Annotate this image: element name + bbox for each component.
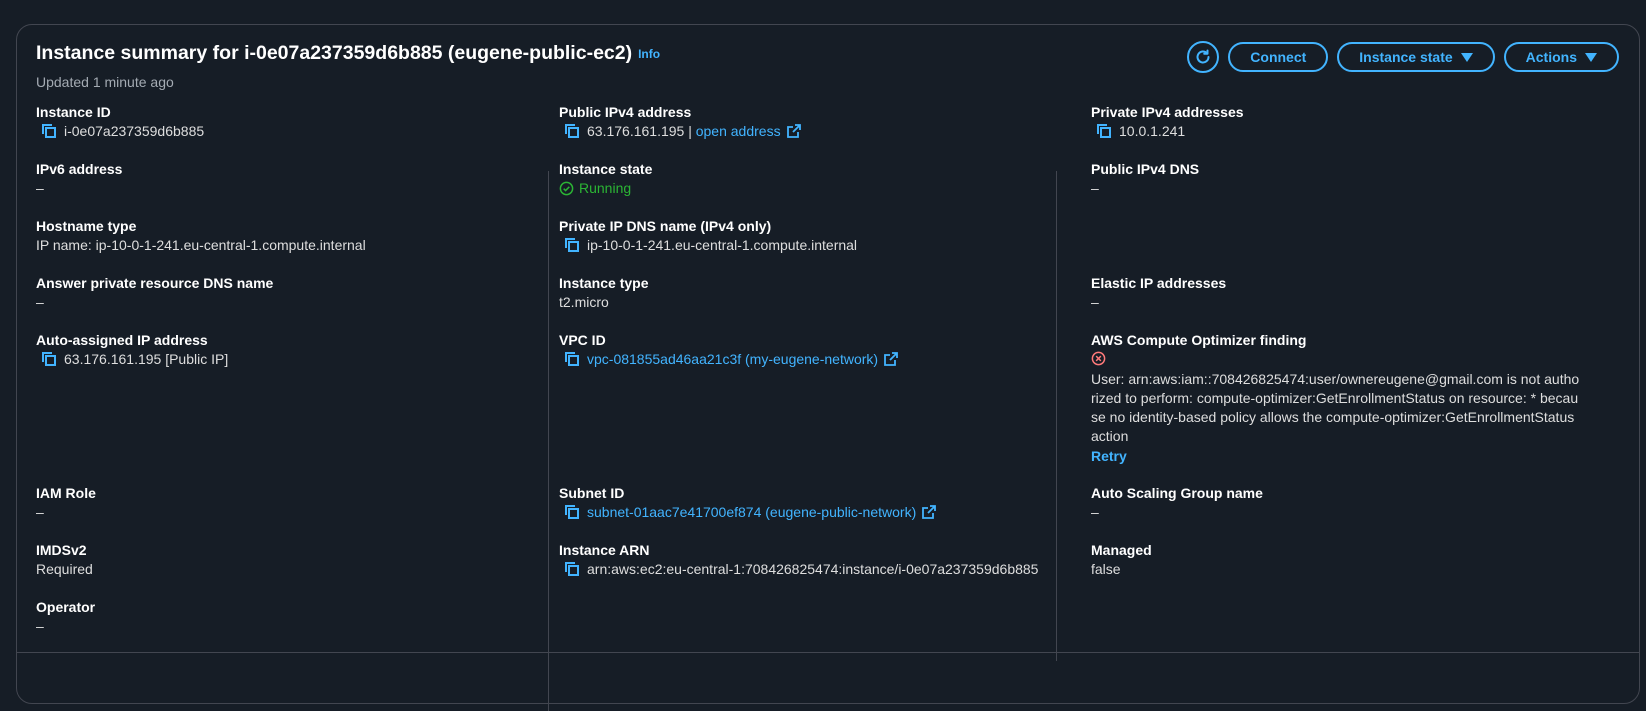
page-title-text: Instance summary for i-0e07a237359d6b885… [36, 42, 633, 64]
auto-ip-value: 63.176.161.195 [Public IP] [64, 351, 229, 367]
public-dns-value: – [1091, 180, 1099, 196]
hostname-type-value: IP name: ip-10-0-1-241.eu-central-1.comp… [36, 237, 366, 253]
check-circle-icon [559, 181, 574, 195]
error-circle-icon [1091, 351, 1106, 366]
field-label: Auto-assigned IP address [36, 332, 208, 348]
field-label: Instance ID [36, 104, 111, 120]
actions-label: Actions [1525, 49, 1577, 65]
field-instance-arn: Instance ARN arn:aws:ec2:eu-central-1:70… [559, 541, 1039, 578]
field-label: Instance type [559, 275, 649, 291]
external-link-icon[interactable] [884, 352, 898, 366]
connect-label: Connect [1250, 49, 1307, 65]
open-address-link[interactable]: open address [696, 122, 781, 140]
retry-link[interactable]: Retry [1091, 447, 1596, 465]
operator-value: – [36, 618, 44, 634]
field-label: IPv6 address [36, 161, 123, 177]
column-divider [548, 171, 549, 711]
updated-timestamp: Updated 1 minute ago [36, 74, 174, 90]
refresh-icon [1196, 49, 1210, 64]
field-public-ipv4: Public IPv4 address 63.176.161.195 | ope… [559, 103, 1039, 140]
external-link-icon[interactable] [922, 505, 937, 519]
field-label: Hostname type [36, 218, 137, 234]
instance-id-value: i-0e07a237359d6b885 [64, 123, 205, 139]
instance-state-dropdown[interactable]: Instance state [1337, 42, 1495, 72]
field-public-dns: Public IPv4 DNS – [1091, 160, 1596, 197]
instance-type-value: t2.micro [559, 294, 609, 310]
field-subnet-id: Subnet ID subnet-01aac7e41700ef874 (euge… [559, 484, 1039, 521]
copy-icon[interactable] [564, 237, 580, 253]
field-instance-state: Instance state Running [559, 160, 1039, 197]
field-label: Instance ARN [559, 542, 650, 558]
caret-down-icon [1585, 52, 1597, 62]
instance-state-label: Instance state [1359, 49, 1453, 65]
ipv6-value: – [36, 180, 44, 196]
field-label: Instance state [559, 161, 653, 177]
field-label: Operator [36, 599, 96, 615]
private-dns-value: ip-10-0-1-241.eu-central-1.compute.inter… [587, 237, 858, 253]
refresh-button[interactable] [1187, 41, 1220, 73]
instance-arn-value: arn:aws:ec2:eu-central-1:708426825474:in… [587, 561, 1039, 577]
field-label: Private IPv4 addresses [1091, 104, 1244, 120]
field-label: IMDSv2 [36, 542, 87, 558]
field-label: Public IPv4 DNS [1091, 161, 1200, 177]
imdsv2-value: Required [36, 561, 93, 577]
field-instance-id: Instance ID i-0e07a237359d6b885 [36, 103, 531, 140]
optimizer-error-message: User: arn:aws:iam::708426825474:user/own… [1091, 371, 1580, 444]
iam-role-value: – [36, 504, 44, 520]
field-private-dns: Private IP DNS name (IPv4 only) ip-10-0-… [559, 217, 1039, 254]
vpc-id-link[interactable]: vpc-081855ad46aa21c3f (my-eugene-network… [587, 350, 878, 368]
copy-icon[interactable] [41, 123, 57, 139]
field-label: Managed [1091, 542, 1152, 558]
field-private-ipv4: Private IPv4 addresses 10.0.1.241 [1091, 103, 1596, 140]
column-divider [1056, 171, 1057, 661]
field-label: Auto Scaling Group name [1091, 485, 1263, 501]
field-ipv6: IPv6 address – [36, 160, 531, 197]
public-ipv4-value: 63.176.161.195 | [587, 123, 692, 139]
caret-down-icon [1460, 52, 1473, 62]
field-label: Elastic IP addresses [1091, 275, 1227, 291]
copy-icon[interactable] [564, 561, 580, 577]
connect-button[interactable]: Connect [1228, 42, 1329, 72]
field-label: Private IP DNS name (IPv4 only) [559, 218, 772, 234]
page-title: Instance summary for i-0e07a237359d6b885… [36, 41, 660, 66]
instance-summary-panel: Instance summary for i-0e07a237359d6b885… [16, 24, 1640, 711]
field-label: Answer private resource DNS name [36, 275, 274, 291]
instance-state-value: Running [579, 180, 632, 196]
copy-icon[interactable] [564, 123, 580, 139]
field-vpc-id: VPC ID vpc-081855ad46aa21c3f (my-eugene-… [559, 331, 1039, 368]
info-link[interactable]: Info [638, 47, 660, 61]
field-hostname-type: Hostname type IP name: ip-10-0-1-241.eu-… [36, 217, 531, 254]
copy-icon[interactable] [564, 504, 580, 520]
copy-icon[interactable] [564, 351, 580, 367]
managed-value: false [1091, 561, 1121, 577]
field-answer-dns: Answer private resource DNS name – [36, 274, 531, 311]
field-label: Public IPv4 address [559, 104, 692, 120]
field-label: VPC ID [559, 332, 606, 348]
private-ipv4-value: 10.0.1.241 [1119, 123, 1186, 139]
field-managed: Managed false [1091, 541, 1596, 578]
field-compute-optimizer: AWS Compute Optimizer finding User: arn:… [1091, 331, 1596, 465]
elastic-ip-value: – [1091, 294, 1099, 310]
actions-dropdown[interactable]: Actions [1503, 42, 1619, 72]
copy-icon[interactable] [1096, 123, 1112, 139]
summary-header: Instance summary for i-0e07a237359d6b885… [36, 41, 1619, 101]
field-operator: Operator – [36, 598, 531, 635]
header-actions: Connect Instance state Actions [1187, 41, 1619, 73]
field-instance-type: Instance type t2.micro [559, 274, 1039, 311]
field-imdsv2: IMDSv2 Required [36, 541, 531, 578]
external-link-icon[interactable] [786, 124, 801, 138]
copy-icon[interactable] [41, 351, 57, 367]
field-label: IAM Role [36, 485, 96, 501]
answer-dns-value: – [36, 294, 44, 310]
field-label: AWS Compute Optimizer finding [1091, 332, 1307, 348]
subnet-id-link[interactable]: subnet-01aac7e41700ef874 (eugene-public-… [587, 503, 916, 521]
field-asg: Auto Scaling Group name – [1091, 484, 1596, 521]
field-elastic-ip: Elastic IP addresses – [1091, 274, 1596, 311]
field-auto-ip: Auto-assigned IP address 63.176.161.195 … [36, 331, 531, 368]
field-label: Subnet ID [559, 485, 625, 501]
asg-value: – [1091, 504, 1099, 520]
panel-bottom-divider [16, 652, 1640, 653]
field-iam-role: IAM Role – [36, 484, 531, 521]
